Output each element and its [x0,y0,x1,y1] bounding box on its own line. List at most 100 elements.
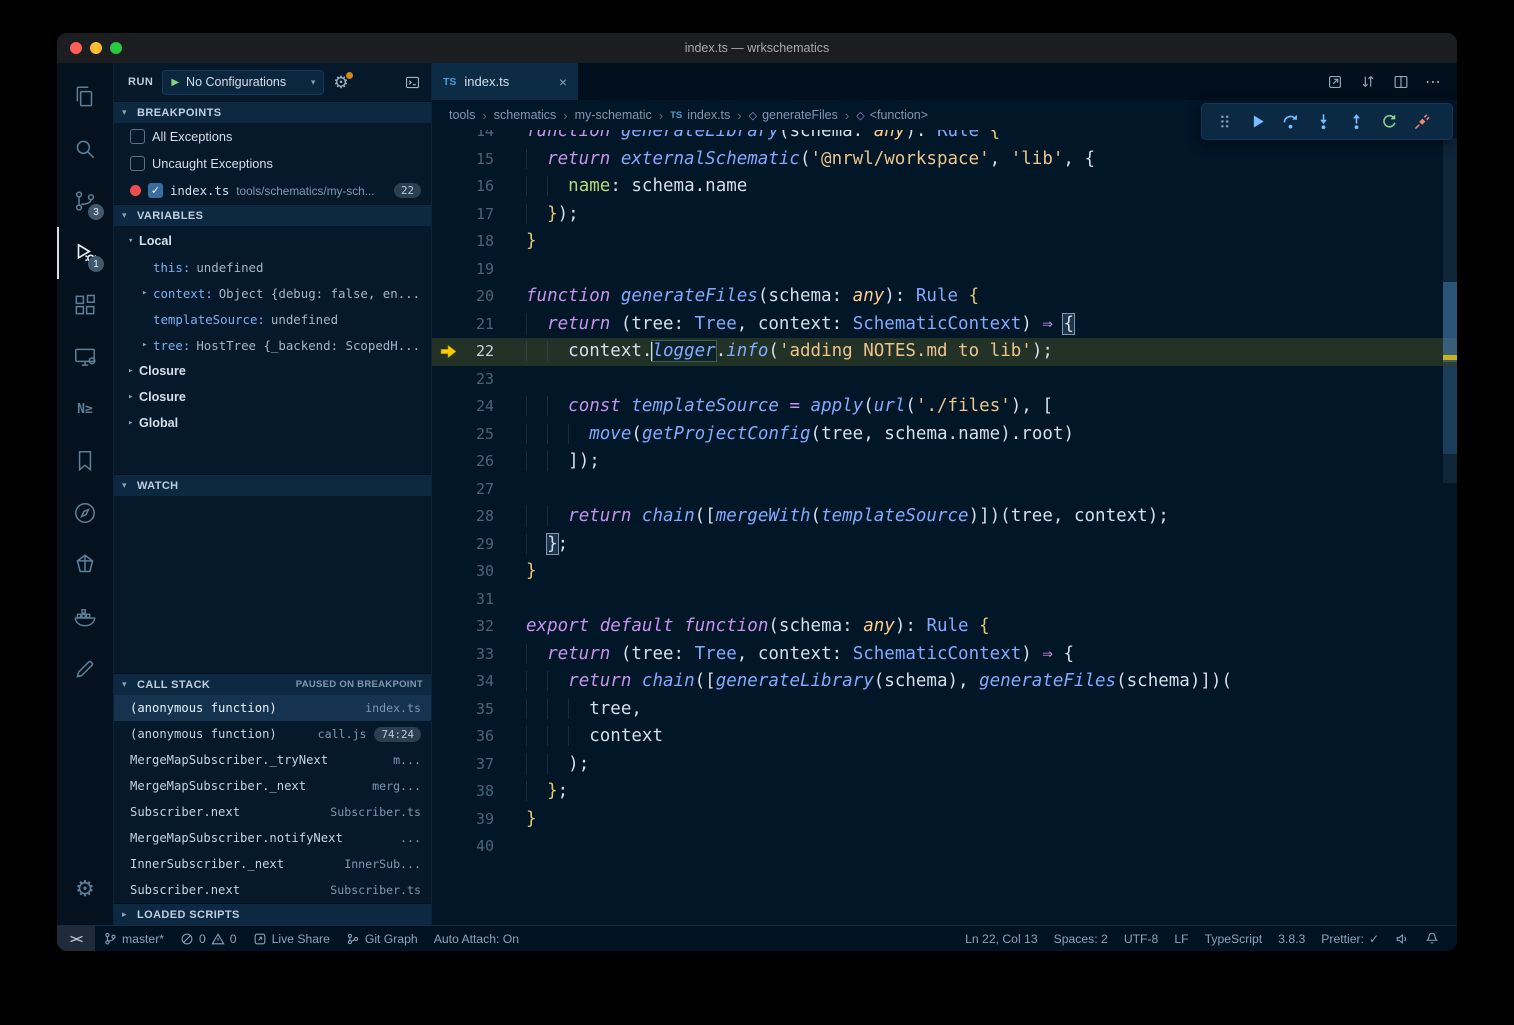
chevron-down-icon[interactable]: ▾ [128,236,139,246]
breakpoint-all-exceptions[interactable]: All Exceptions [114,123,431,150]
breadcrumb-tools[interactable]: tools [449,108,475,122]
code-line-24[interactable]: 24 const templateSource = apply(url('./f… [432,393,1457,421]
breakpoint-gutter[interactable] [432,723,464,751]
prettier-item[interactable]: Prettier: ✓ [1313,932,1387,946]
call-stack-frame[interactable]: Subscriber.nextSubscriber.ts [114,877,431,903]
checkbox-checked[interactable]: ✓ [148,183,163,198]
breakpoint-gutter[interactable] [432,228,464,256]
code-line-37[interactable]: 37 ); [432,751,1457,779]
breakpoint-gutter[interactable] [432,421,464,449]
code-line-26[interactable]: 26 ]); [432,448,1457,476]
launch-configuration-dropdown[interactable]: ▶ No Configurations ▾ [162,70,324,95]
toolbar-drag-handle[interactable] [1208,106,1241,137]
debug-console-button[interactable] [404,74,421,91]
breakpoint-gutter[interactable] [432,256,464,284]
breadcrumb-generate-files[interactable]: ◇generateFiles [749,108,838,122]
encoding-item[interactable]: UTF-8 [1116,932,1167,946]
variable-row[interactable]: templateSource:undefined [114,306,431,332]
call-stack-section-header[interactable]: ▾ CALL STACK PAUSED ON BREAKPOINT [114,673,431,695]
code-line-32[interactable]: 32export default function(schema: any): … [432,613,1457,641]
step-out-button[interactable] [1340,106,1373,137]
split-editor-button[interactable] [1392,73,1410,91]
breakpoint-gutter[interactable] [432,696,464,724]
compare-changes-button[interactable] [1359,73,1377,91]
more-actions-button[interactable]: ⋯ [1425,72,1442,92]
cursor-position-item[interactable]: Ln 22, Col 13 [957,932,1046,946]
continue-button[interactable] [1241,106,1274,137]
remote-indicator[interactable]: >< [57,926,95,951]
minimize-window-button[interactable] [90,42,102,54]
git-branch-item[interactable]: master* [95,926,172,951]
breakpoints-section-header[interactable]: ▾ BREAKPOINTS [114,101,431,123]
activity-pencil[interactable] [57,643,113,695]
live-share-item[interactable]: Live Share [245,926,338,951]
breakpoint-gutter[interactable] [432,393,464,421]
activity-remote-explorer[interactable] [57,331,113,383]
git-graph-item[interactable]: Git Graph [338,926,426,951]
code-line-25[interactable]: 25 move(getProjectConfig(tree, schema.na… [432,421,1457,449]
breakpoint-gutter[interactable] [432,448,464,476]
close-tab-icon[interactable]: × [559,74,567,90]
variable-row[interactable]: this:undefined [114,254,431,280]
chevron-right-icon[interactable]: ▸ [142,340,153,350]
maximize-window-button[interactable] [110,42,122,54]
breakpoint-gutter[interactable] [432,476,464,504]
breakpoint-gutter[interactable] [432,311,464,339]
code-line-35[interactable]: 35 tree, [432,696,1457,724]
breakpoint-gutter[interactable] [432,130,464,146]
call-stack-frame[interactable]: (anonymous function)index.ts [114,695,431,721]
breakpoint-uncaught-exceptions[interactable]: Uncaught Exceptions [114,150,431,177]
code-line-19[interactable]: 19 [432,256,1457,284]
configure-launch-button[interactable]: ⚙ [333,74,348,91]
variable-row[interactable]: ▸tree:HostTree {_backend: ScopedH... [114,332,431,358]
variables-scope-row[interactable]: ▸Closure [114,358,431,384]
variable-row[interactable]: ▸context:Object {debug: false, en... [114,280,431,306]
activity-extensions[interactable] [57,279,113,331]
indentation-item[interactable]: Spaces: 2 [1046,932,1116,946]
breakpoint-gutter[interactable] [432,613,464,641]
loaded-scripts-section-header[interactable]: ▸ LOADED SCRIPTS [114,903,431,925]
open-changes-button[interactable] [1326,73,1344,91]
call-stack-frame[interactable]: MergeMapSubscriber.notifyNext... [114,825,431,851]
code-line-27[interactable]: 27 [432,476,1457,504]
breakpoint-gutter[interactable] [432,806,464,834]
code-line-15[interactable]: 15 return externalSchematic('@nrwl/works… [432,146,1457,174]
code-line-16[interactable]: 16 name: schema.name [432,173,1457,201]
chevron-right-icon[interactable]: ▸ [128,392,139,402]
code-line-39[interactable]: 39} [432,806,1457,834]
activity-settings[interactable]: ⚙ [57,863,113,915]
activity-run-and-debug[interactable]: 1 [57,227,113,279]
activity-live-share[interactable] [57,487,113,539]
restart-button[interactable] [1373,106,1406,137]
breadcrumb-schematics[interactable]: schematics [494,108,557,122]
breakpoint-gutter[interactable] [432,751,464,779]
breakpoint-gutter[interactable] [432,531,464,559]
editor-scrollbar[interactable] [1443,130,1457,925]
activity-bookmarks[interactable] [57,435,113,487]
breakpoint-gutter[interactable] [432,641,464,669]
call-stack-frame[interactable]: Subscriber.nextSubscriber.ts [114,799,431,825]
code-line-30[interactable]: 30} [432,558,1457,586]
call-stack-frame[interactable]: (anonymous function)call.js74:24 [114,721,431,747]
breakpoint-gutter[interactable] [432,503,464,531]
close-window-button[interactable] [70,42,82,54]
auto-attach-item[interactable]: Auto Attach: On [426,926,527,951]
tab-index-ts[interactable]: TS index.ts × [432,63,578,100]
disconnect-button[interactable] [1406,106,1439,137]
breakpoint-gutter[interactable] [432,833,464,861]
variables-scope-row[interactable]: ▸Closure [114,384,431,410]
breakpoint-gutter[interactable] [432,338,464,366]
watch-section-header[interactable]: ▾ WATCH [114,474,431,496]
language-mode-item[interactable]: TypeScript [1197,932,1271,946]
code-line-17[interactable]: 17 }); [432,201,1457,229]
code-line-28[interactable]: 28 return chain([mergeWith(templateSourc… [432,503,1457,531]
code-line-18[interactable]: 18} [432,228,1457,256]
activity-explorer[interactable] [57,71,113,123]
variables-scope-row[interactable]: ▸Global [114,410,431,436]
call-stack-frame[interactable]: MergeMapSubscriber._tryNextm... [114,747,431,773]
code-line-38[interactable]: 38 }; [432,778,1457,806]
start-debug-icon[interactable]: ▶ [171,77,179,88]
breakpoint-gutter[interactable] [432,366,464,394]
checkbox-unchecked[interactable] [130,129,145,144]
checkbox-unchecked[interactable] [130,156,145,171]
